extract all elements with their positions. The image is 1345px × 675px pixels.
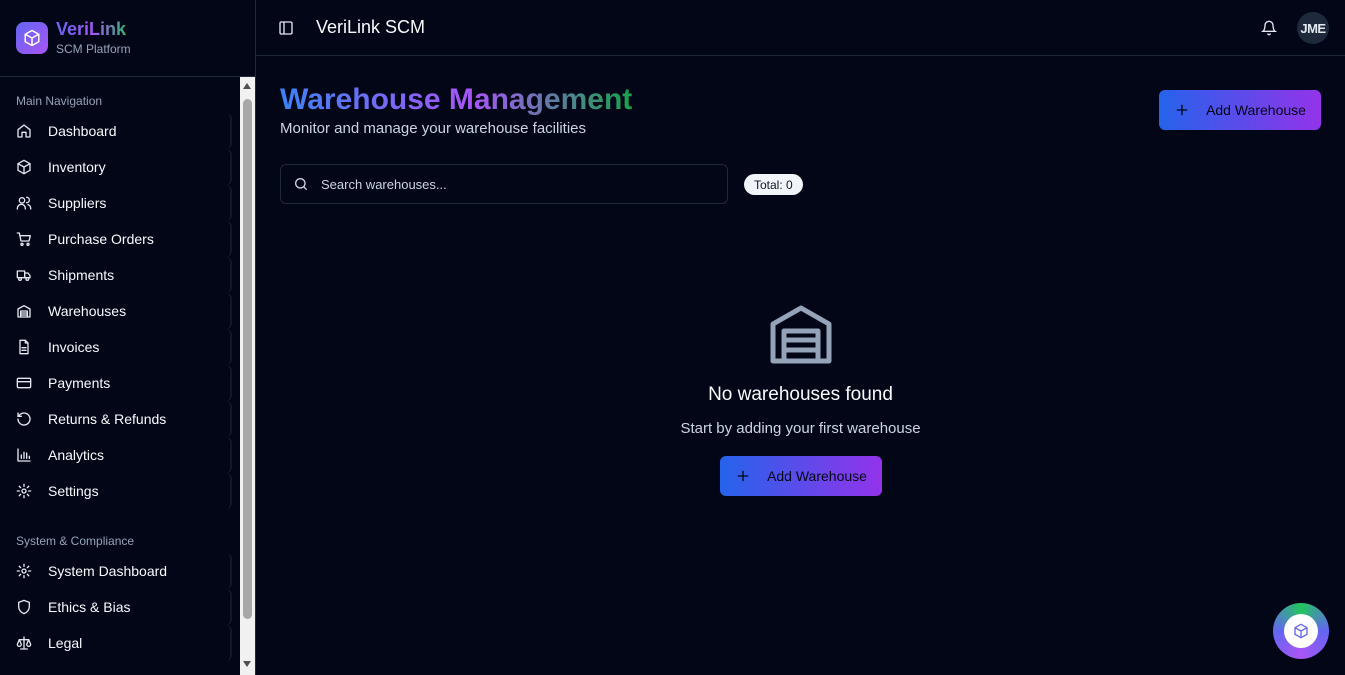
top-header: VeriLink SCM JME: [256, 0, 1345, 56]
search-input[interactable]: [321, 176, 701, 192]
sidebar-item-label: Payments: [48, 375, 111, 391]
nav-scroll-area[interactable]: Main Navigation Dashboard Inventory Suppli…: [0, 77, 240, 675]
sidebar-item-system-dashboard[interactable]: System Dashboard: [0, 553, 232, 589]
add-warehouse-empty-button[interactable]: Add Warehouse: [720, 456, 882, 496]
scroll-up-arrow-icon[interactable]: [243, 83, 251, 89]
main-content: Warehouse Management Monitor and manage …: [256, 56, 1345, 675]
sidebar-item-inventory[interactable]: Inventory: [0, 149, 232, 185]
system-compliance-label: System & Compliance: [16, 534, 135, 548]
total-badge: Total: 0: [744, 174, 803, 195]
warehouse-icon: [770, 305, 832, 364]
sidebar: VeriLink SCM Platform Main Navigation Da…: [0, 0, 256, 675]
sidebar-item-returns-and-refunds[interactable]: Returns & Refunds: [0, 401, 232, 437]
search-icon: [295, 178, 307, 190]
cart-icon: [16, 231, 32, 247]
sidebar-item-invoices[interactable]: Invoices: [0, 329, 232, 365]
sidebar-item-payments[interactable]: Payments: [0, 365, 232, 401]
sidebar-item-label: Legal: [48, 635, 83, 651]
app-title: VeriLink SCM: [316, 17, 426, 37]
sidebar-item-analytics[interactable]: Analytics: [0, 437, 232, 473]
gear-icon: [16, 563, 32, 579]
home-icon: [16, 123, 32, 139]
empty-state-subtitle: Start by adding your first warehouse: [680, 420, 921, 437]
sidebar-item-dashboard[interactable]: Dashboard: [0, 113, 232, 149]
sidebar-item-label: Purchase Orders: [48, 231, 154, 247]
sidebar-item-legal[interactable]: Legal: [0, 625, 232, 661]
sidebar-item-label: Shipments: [48, 267, 115, 283]
main-navigation-label: Main Navigation: [16, 94, 103, 108]
bar-chart-icon: [16, 447, 32, 463]
sidebar-item-label: Ethics & Bias: [48, 599, 131, 615]
sidebar-item-label: Inventory: [48, 159, 106, 175]
page-title: Warehouse Management: [280, 83, 633, 116]
bell-icon[interactable]: [1261, 20, 1277, 36]
sidebar-item-label: Warehouses: [48, 303, 127, 319]
gear-icon: [16, 483, 32, 499]
sidebar-item-label: System Dashboard: [48, 563, 168, 579]
sidebar-item-label: Invoices: [48, 339, 100, 355]
sidebar-item-label: Dashboard: [48, 123, 117, 139]
search-box[interactable]: [280, 164, 728, 204]
plus-icon: [1176, 104, 1188, 116]
avatar[interactable]: JME: [1297, 12, 1329, 44]
add-warehouse-button[interactable]: Add Warehouse: [1159, 90, 1321, 130]
credit-card-icon: [16, 375, 32, 391]
sidebar-toggle-icon[interactable]: [278, 20, 294, 36]
plus-icon: [737, 470, 749, 482]
sidebar-item-suppliers[interactable]: Suppliers: [0, 185, 232, 221]
file-icon: [16, 339, 32, 355]
sidebar-item-settings[interactable]: Settings: [0, 473, 232, 509]
box-icon: [1294, 623, 1308, 639]
empty-state-title: No warehouses found: [708, 384, 893, 405]
sidebar-item-warehouses[interactable]: Warehouses: [0, 293, 232, 329]
sidebar-scrollbar[interactable]: [240, 77, 255, 675]
add-warehouse-label: Add Warehouse: [1206, 102, 1306, 118]
scroll-down-arrow-icon[interactable]: [243, 661, 251, 667]
box-logo-icon: [16, 22, 48, 54]
box-icon: [16, 159, 32, 175]
scale-icon: [16, 635, 32, 651]
sidebar-item-ethics-and-bias[interactable]: Ethics & Bias: [0, 589, 232, 625]
sidebar-item-shipments[interactable]: Shipments: [0, 257, 232, 293]
users-icon: [16, 195, 32, 211]
warehouse-icon: [16, 303, 32, 319]
rotate-icon: [16, 411, 32, 427]
scroll-thumb[interactable]: [243, 99, 252, 619]
brand-name: VeriLink: [56, 19, 131, 39]
assistant-fab-button[interactable]: [1273, 603, 1329, 659]
sidebar-item-label: Suppliers: [48, 195, 107, 211]
shield-icon: [16, 599, 32, 615]
sidebar-item-label: Settings: [48, 483, 99, 499]
sidebar-item-label: Analytics: [48, 447, 105, 463]
page-subtitle: Monitor and manage your warehouse facili…: [280, 120, 586, 137]
sidebar-item-purchase-orders[interactable]: Purchase Orders: [0, 221, 232, 257]
add-warehouse-empty-label: Add Warehouse: [767, 468, 867, 484]
truck-icon: [16, 267, 32, 283]
sidebar-item-label: Returns & Refunds: [48, 411, 167, 427]
brand-header: VeriLink SCM Platform: [0, 0, 255, 77]
brand-subtitle: SCM Platform: [56, 42, 131, 56]
